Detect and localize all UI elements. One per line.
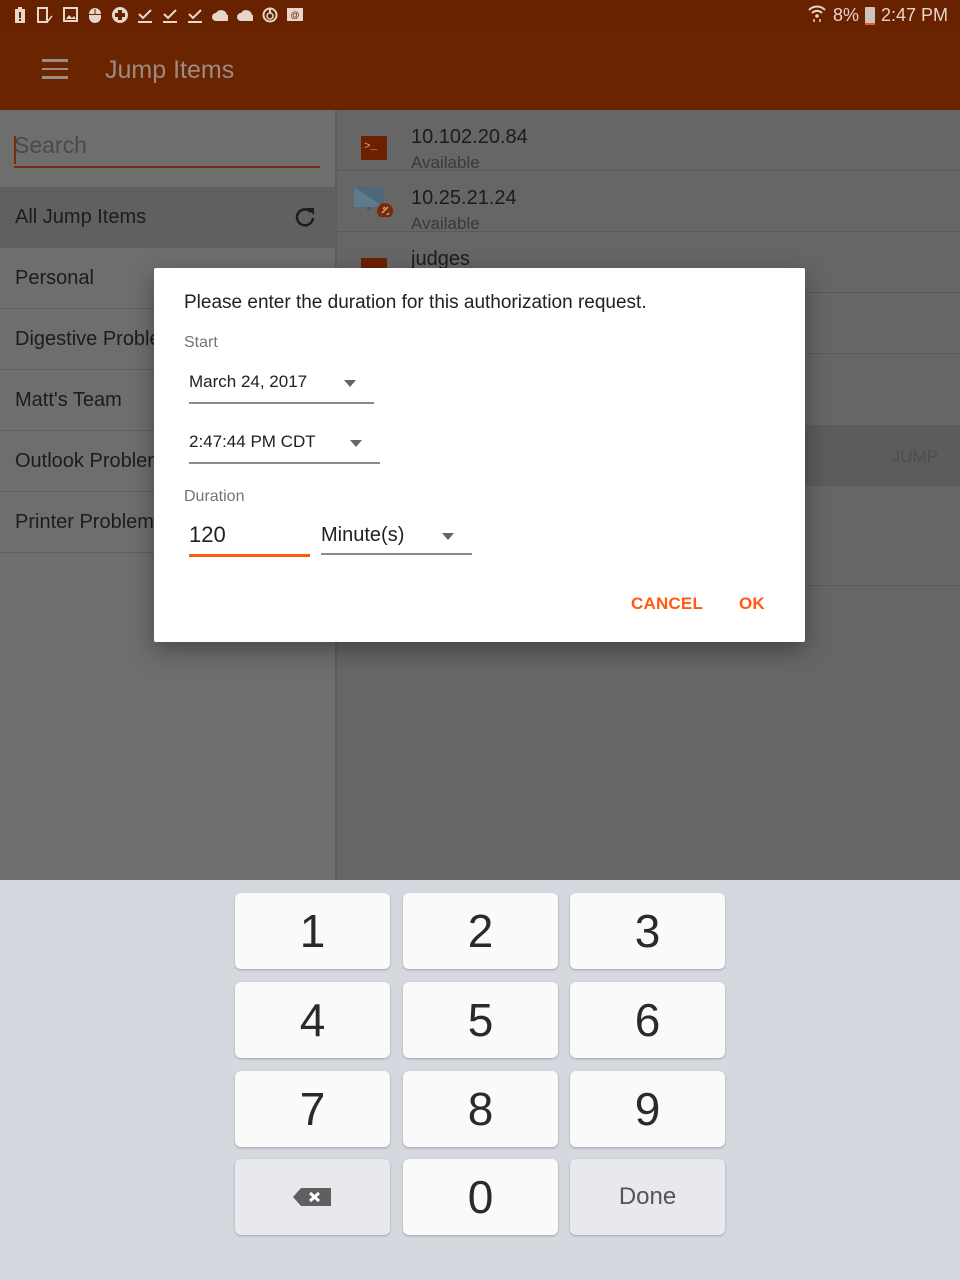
svg-text:@: @	[290, 10, 299, 20]
done-key[interactable]: Done	[570, 1159, 725, 1235]
sidebar-item-label: Personal	[15, 266, 94, 289]
list-item[interactable]: >_ 10.102.20.84 Available	[337, 110, 960, 172]
page-title: Jump Items	[105, 56, 235, 84]
sidebar-item-label: Matt's Team	[15, 388, 122, 411]
key-1[interactable]: 1	[235, 893, 390, 969]
start-time-value: 2:47:44 PM CDT	[189, 432, 316, 451]
start-date-dropdown[interactable]: March 24, 2017	[189, 366, 374, 404]
chevron-down-icon	[350, 440, 362, 447]
terminal-icon: >_	[361, 136, 387, 160]
email-at-icon: @	[287, 6, 303, 23]
list-item[interactable]: 10.25.21.24 Available	[337, 171, 960, 233]
authorization-duration-dialog: Please enter the duration for this autho…	[154, 268, 805, 642]
battery-percent: 8%	[832, 5, 859, 25]
status-bar: @ 8% 2:47 PM	[0, 0, 960, 30]
jump-button[interactable]: JUMP	[892, 447, 938, 467]
key-6[interactable]: 6	[570, 982, 725, 1058]
jump-item-status: Available	[411, 214, 480, 233]
sidebar-item-all-jump-items[interactable]: All Jump Items	[0, 187, 335, 248]
duration-unit-value: Minute(s)	[321, 524, 405, 546]
key-3[interactable]: 3	[570, 893, 725, 969]
key-7[interactable]: 7	[235, 1071, 390, 1147]
key-4[interactable]: 4	[235, 982, 390, 1058]
jump-item-title: 10.102.20.84	[411, 126, 528, 148]
cancel-button[interactable]: CANCEL	[631, 594, 703, 614]
cloud-icon	[237, 6, 253, 23]
plus-circle-icon	[112, 6, 128, 23]
ok-button[interactable]: OK	[739, 594, 765, 614]
menu-icon[interactable]	[42, 59, 68, 79]
clock: 2:47 PM	[880, 5, 948, 25]
download-done-icon	[187, 6, 203, 23]
duration-field[interactable]	[189, 518, 310, 557]
image-icon	[62, 6, 78, 23]
jump-item-status: Available	[411, 153, 480, 172]
key-0[interactable]: 0	[403, 1159, 558, 1235]
text-cursor	[14, 136, 16, 164]
key-2[interactable]: 2	[403, 893, 558, 969]
key-9[interactable]: 9	[570, 1071, 725, 1147]
numeric-keypad: 1 2 3 4 5 6 7 8 9 0 Done	[0, 880, 960, 1280]
search-input[interactable]	[14, 132, 320, 159]
start-date-value: March 24, 2017	[189, 372, 308, 391]
app-bar: Jump Items	[0, 30, 960, 110]
start-label: Start	[184, 334, 218, 351]
battery-alert-icon	[12, 6, 28, 23]
refresh-icon[interactable]	[293, 205, 317, 229]
phone-check-icon	[37, 6, 53, 23]
backspace-icon	[292, 1188, 331, 1206]
key-8[interactable]: 8	[403, 1071, 558, 1147]
cloud-icon	[212, 6, 228, 23]
start-time-dropdown[interactable]: 2:47:44 PM CDT	[189, 426, 380, 464]
duration-unit-dropdown[interactable]: Minute(s)	[321, 517, 472, 555]
key-5[interactable]: 5	[403, 982, 558, 1058]
download-done-icon	[137, 6, 153, 23]
sidebar-item-label: All Jump Items	[15, 205, 147, 228]
chevron-down-icon	[344, 380, 356, 387]
search-field[interactable]	[14, 132, 320, 168]
chevron-down-icon	[442, 533, 454, 540]
download-done-icon	[162, 6, 178, 23]
jump-item-title: 10.25.21.24	[411, 187, 517, 209]
battery-icon	[864, 6, 875, 25]
sidebar-item-label: Printer Problems	[15, 510, 164, 533]
duration-input[interactable]	[189, 522, 310, 548]
backspace-key[interactable]	[235, 1159, 390, 1235]
notification-icons: @	[12, 6, 303, 23]
wifi-icon	[807, 4, 827, 27]
power-target-icon	[262, 6, 278, 23]
mouse-icon	[87, 6, 103, 23]
duration-label: Duration	[184, 488, 245, 505]
remote-desktop-icon	[354, 187, 393, 217]
sidebar-item-label: Outlook Problems	[15, 449, 174, 472]
dialog-message: Please enter the duration for this autho…	[184, 292, 647, 313]
